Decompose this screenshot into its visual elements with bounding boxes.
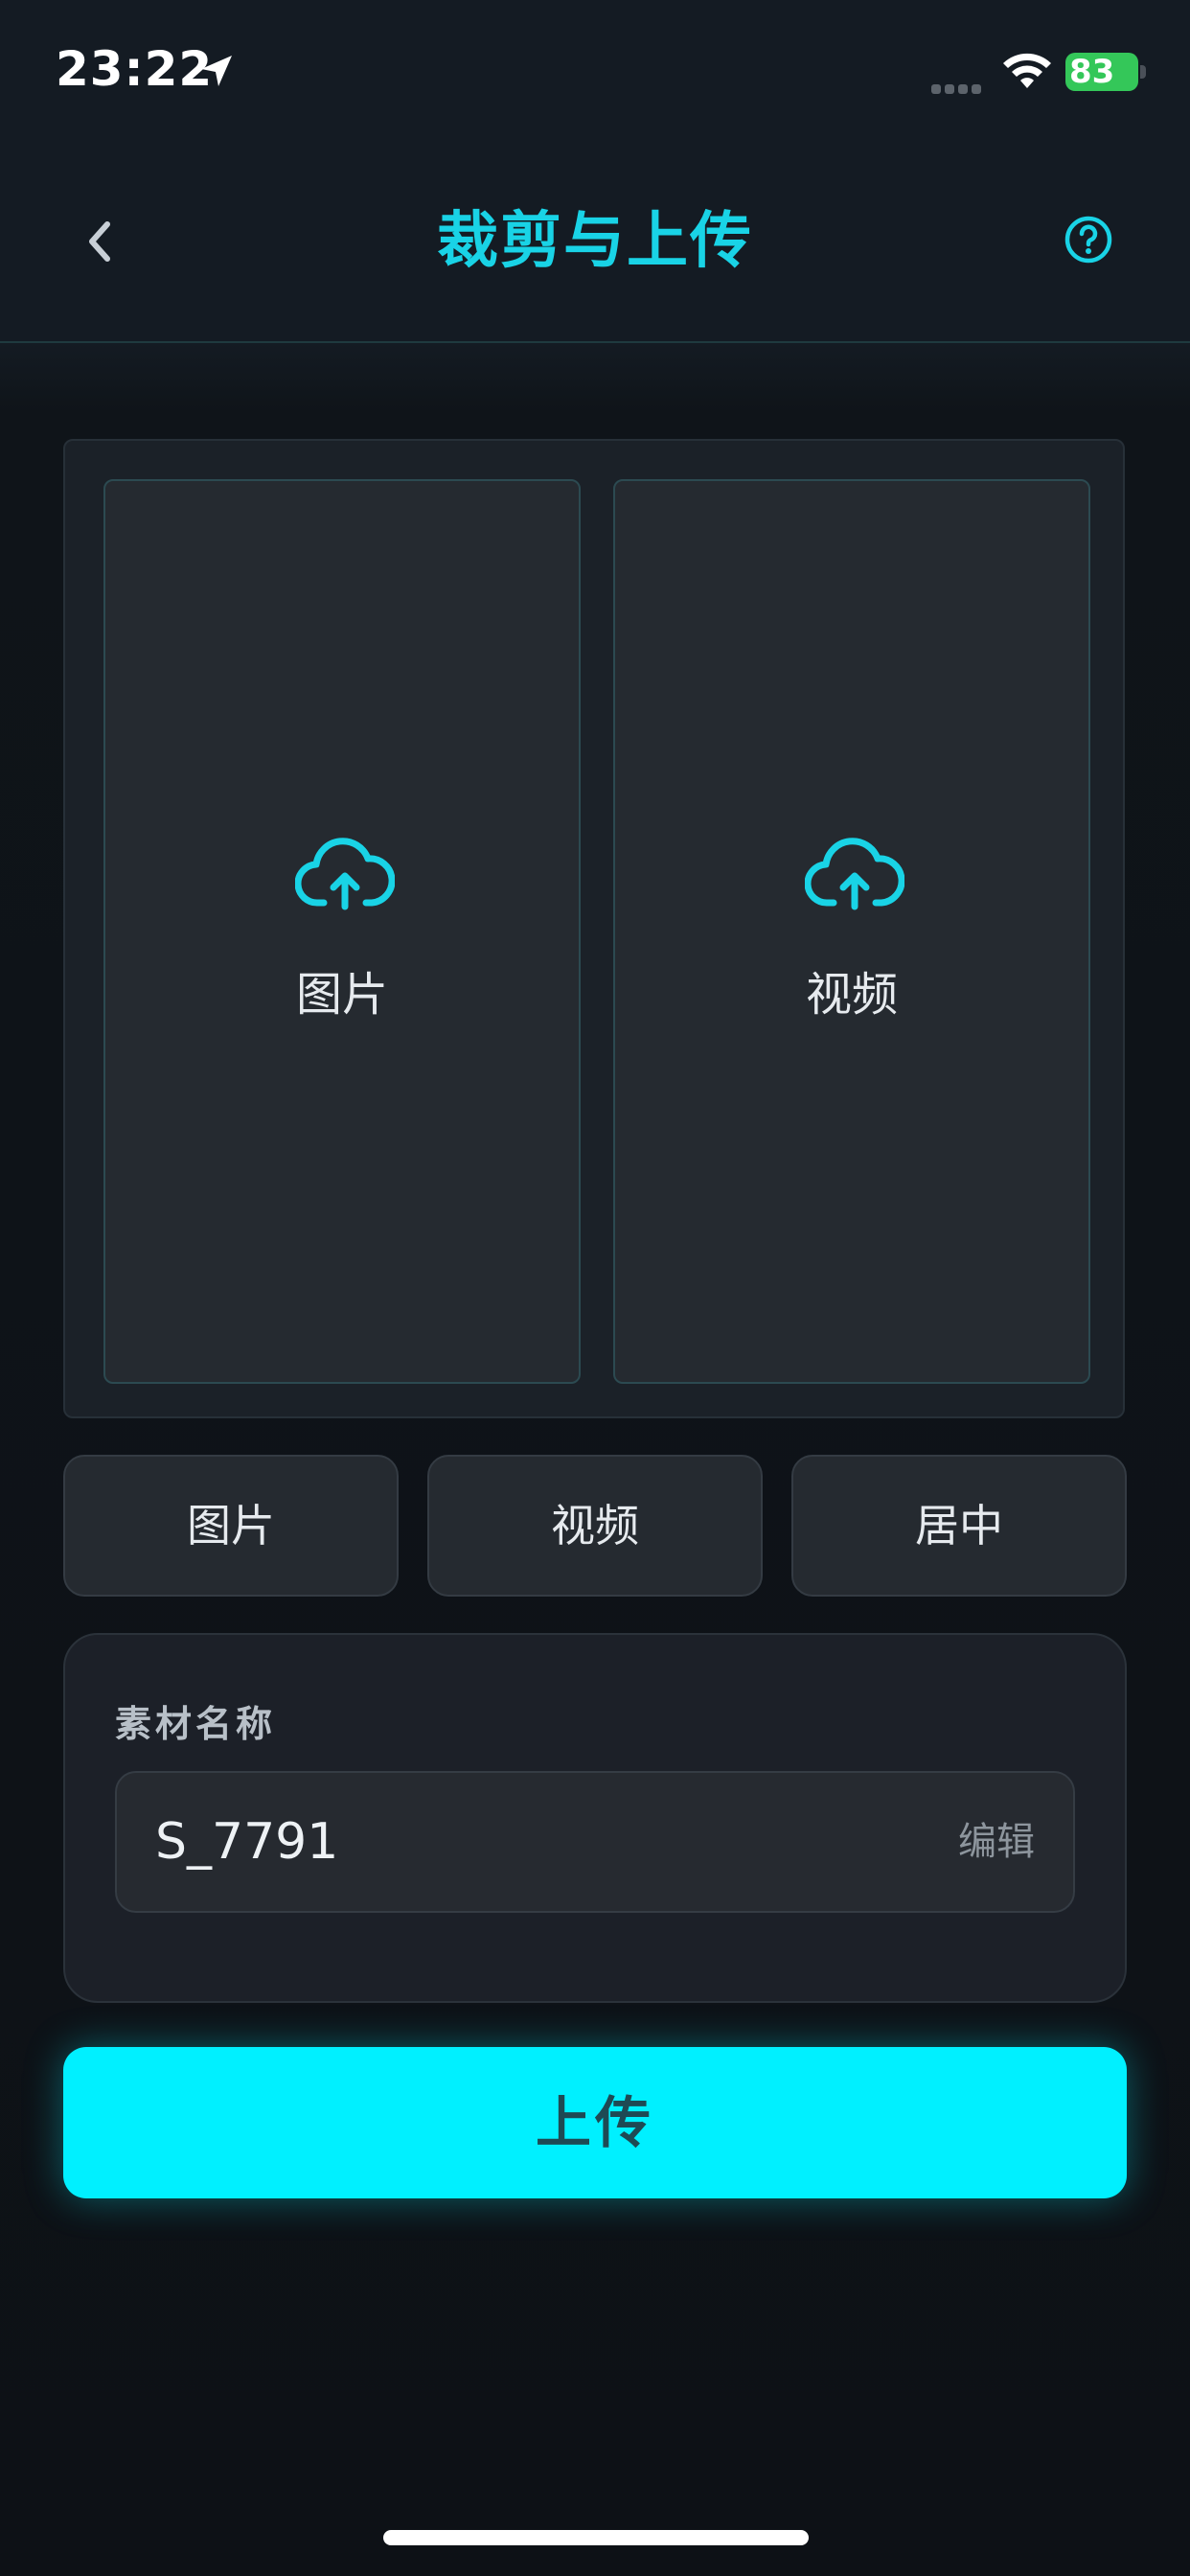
- app-screen: 23:22 83 裁剪与上传 图片 视频 图片 视频 居中 素材名称 S_779…: [0, 0, 1190, 2576]
- material-name-label: 素材名称: [115, 1703, 277, 1745]
- location-arrow-icon: [201, 56, 232, 86]
- battery-icon: 83: [1065, 53, 1138, 91]
- option-video-button[interactable]: 视频: [427, 1455, 763, 1597]
- preview-panel: 图片 视频: [63, 439, 1125, 1418]
- wifi-icon: [1003, 53, 1051, 88]
- cloud-upload-icon: [805, 838, 904, 910]
- page-title: 裁剪与上传: [437, 206, 753, 277]
- edit-button[interactable]: 编辑: [958, 1773, 1035, 1911]
- upload-button[interactable]: 上传: [63, 2047, 1127, 2198]
- cellular-signal-icon: [931, 80, 989, 94]
- image-upload-slot[interactable]: 图片: [103, 479, 581, 1384]
- cloud-upload-icon: [295, 838, 395, 910]
- status-bar: 23:22 83: [0, 0, 1190, 144]
- battery-tip: [1140, 65, 1146, 79]
- video-upload-slot[interactable]: 视频: [613, 479, 1090, 1384]
- status-time: 23:22: [56, 41, 214, 97]
- nav-header: 裁剪与上传: [0, 144, 1190, 343]
- video-slot-label: 视频: [805, 968, 898, 1022]
- material-name-value: S_7791: [155, 1813, 339, 1871]
- option-center-button[interactable]: 居中: [791, 1455, 1127, 1597]
- material-name-card: 素材名称 S_7791 编辑: [63, 1633, 1127, 2003]
- material-name-field[interactable]: S_7791 编辑: [115, 1771, 1075, 1913]
- option-row: 图片 视频 居中: [63, 1455, 1127, 1597]
- help-icon[interactable]: [1062, 213, 1115, 266]
- battery-level: 83: [1069, 53, 1115, 91]
- option-image-button[interactable]: 图片: [63, 1455, 399, 1597]
- image-slot-label: 图片: [295, 968, 388, 1022]
- home-indicator[interactable]: [383, 2530, 809, 2545]
